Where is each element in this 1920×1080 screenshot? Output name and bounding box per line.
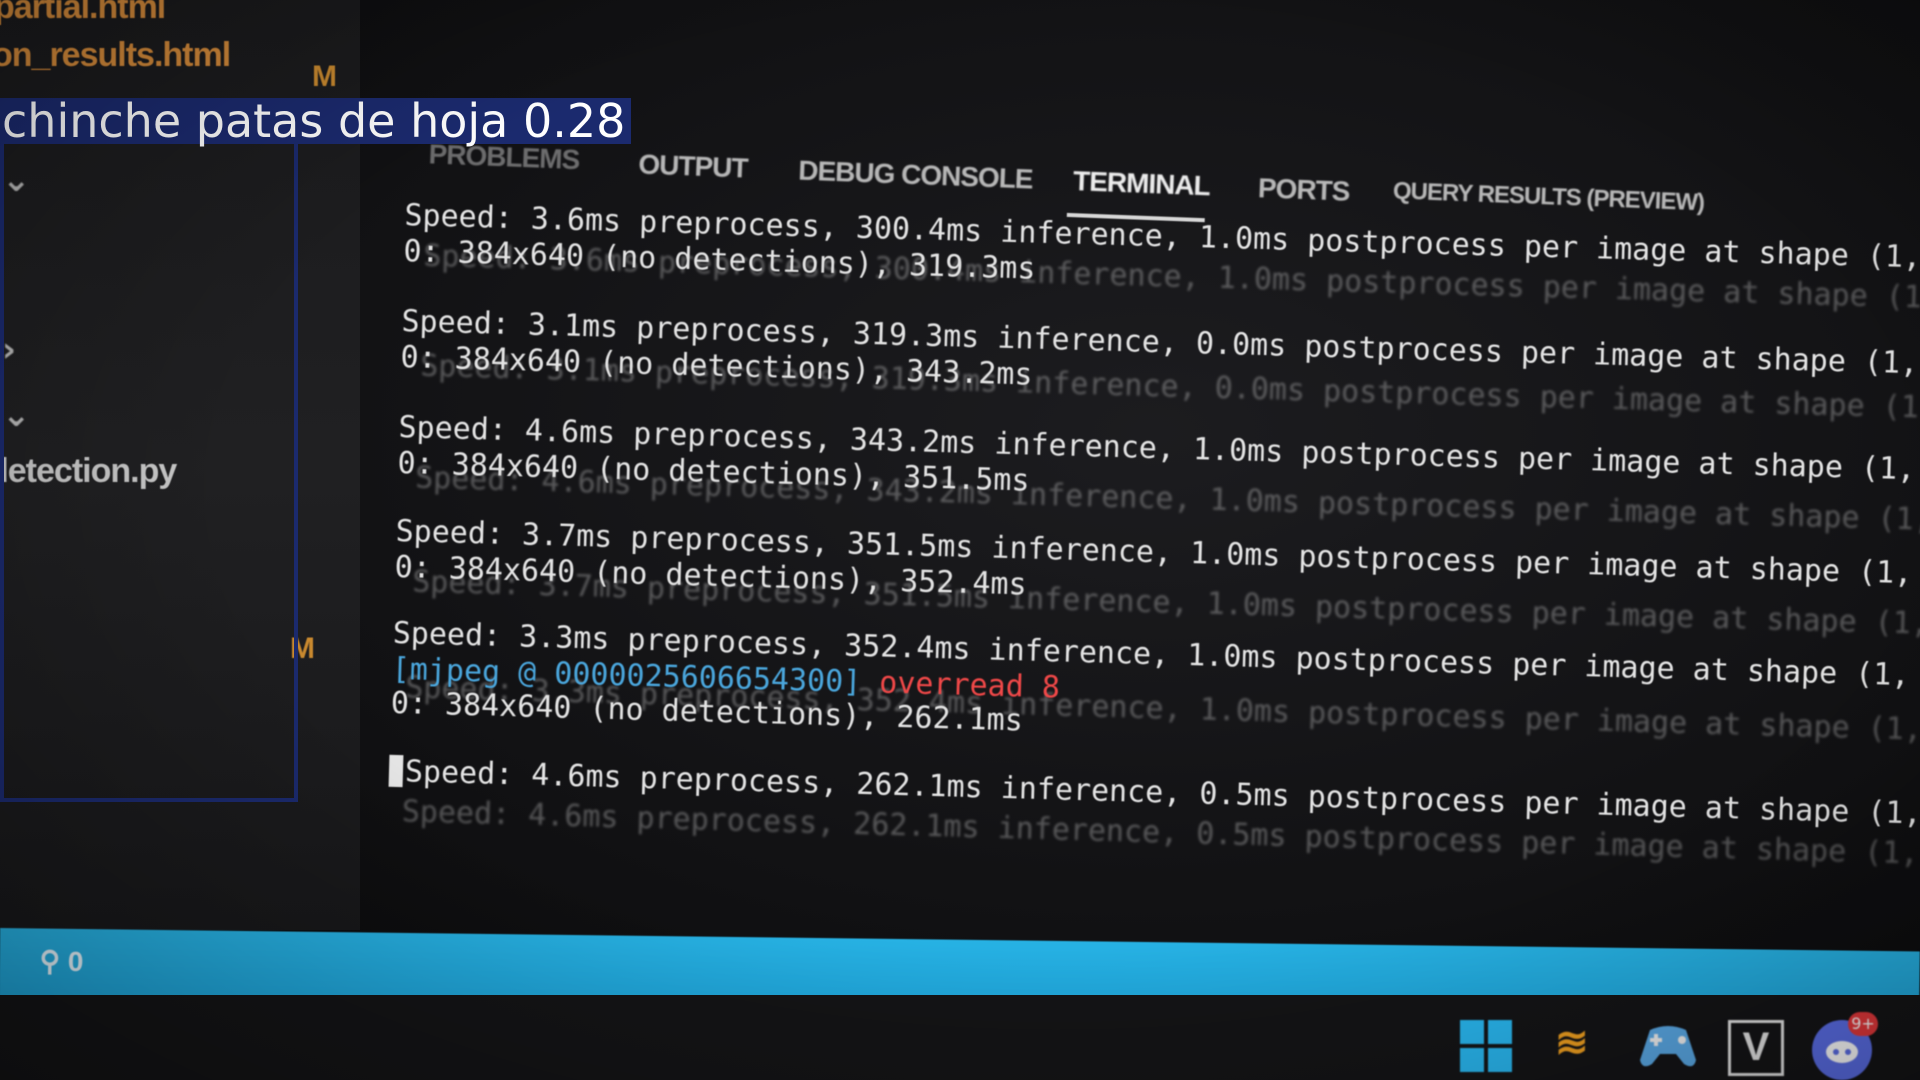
photo-of-monitor: partial.html on_results.html M ⌄ › ⌄ det… — [0, 0, 1920, 1080]
game-controller-icon[interactable] — [1636, 1020, 1700, 1072]
discord-icon[interactable]: 9+ — [1812, 1012, 1878, 1080]
terminal-output[interactable]: Speed: 3.6ms preprocess, 300.4ms inferen… — [384, 198, 1920, 1002]
terminal-cursor — [388, 754, 404, 788]
explorer-file-partial[interactable]: partial.html — [0, 0, 166, 27]
windows-taskbar — [0, 995, 1920, 1080]
ports-count: 0 — [67, 945, 84, 978]
tab-debug-console[interactable]: DEBUG CONSOLE — [798, 155, 1033, 196]
windows-start-icon[interactable] — [1460, 1020, 1512, 1072]
tab-query-results[interactable]: QUERY RESULTS (PREVIEW) — [1392, 177, 1704, 217]
detection-label: chinche patas de hoja 0.28 — [0, 98, 632, 144]
v-app-icon[interactable]: V — [1728, 1020, 1784, 1076]
broadcast-icon: ⚲ — [39, 945, 61, 977]
tab-output[interactable]: OUTPUT — [638, 148, 748, 184]
explorer-file-results[interactable]: on_results.html — [0, 36, 231, 75]
file-explorer-icon[interactable]: ≋ — [1555, 1020, 1607, 1072]
ports-status[interactable]: ⚲ 0 — [39, 944, 83, 978]
detection-bounding-box — [0, 138, 298, 802]
modified-marker: M — [312, 60, 337, 93]
notification-badge: 9+ — [1848, 1012, 1878, 1036]
tab-ports[interactable]: PORTS — [1257, 172, 1350, 207]
tab-terminal[interactable]: TERMINAL — [1073, 165, 1211, 202]
